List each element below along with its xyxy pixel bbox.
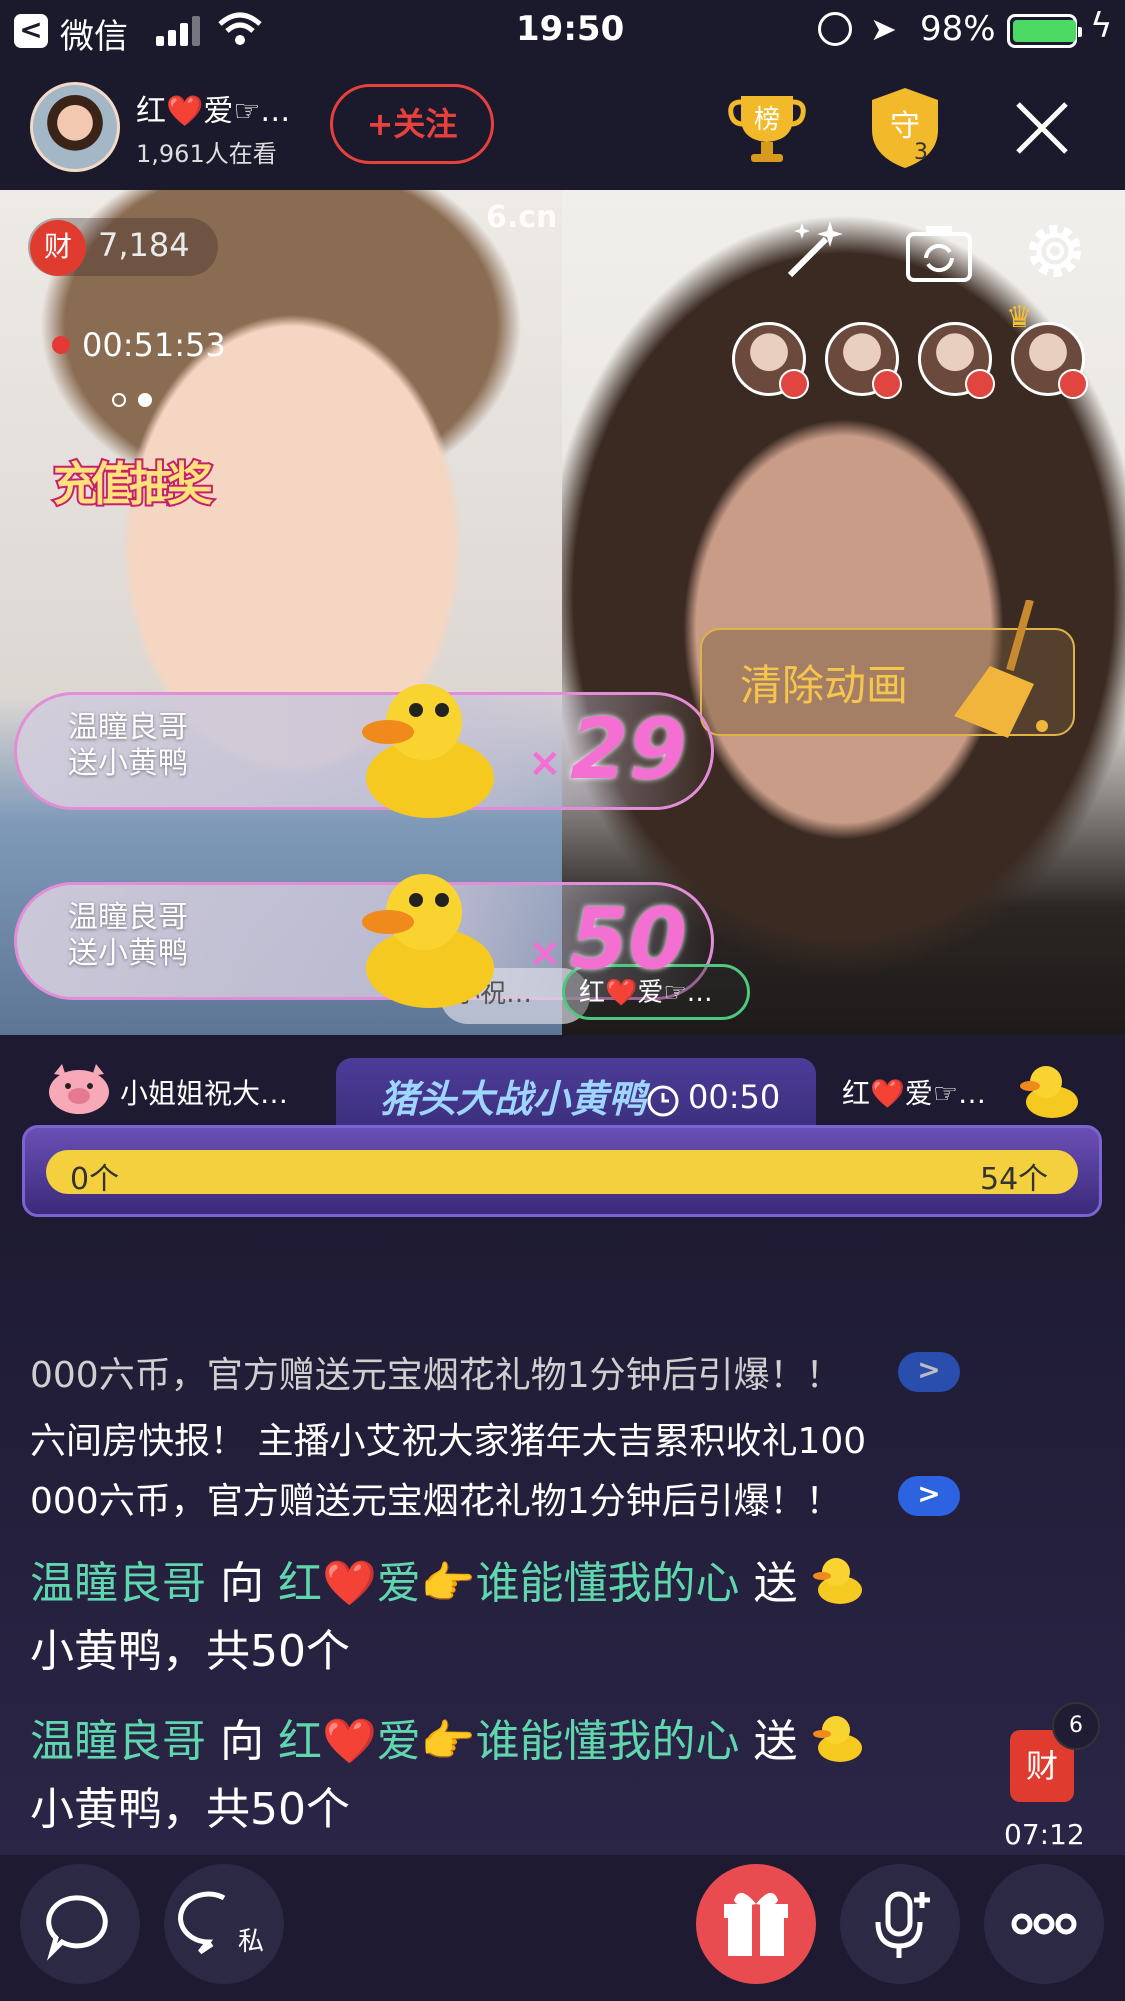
gift-action: 送小黄鸭 [68,746,188,781]
rubber-duck-icon [362,684,494,818]
gift-banner-text: 温瞳良哥 送小黄鸭 [68,900,188,972]
guest-avatar[interactable] [918,322,995,399]
gift-sender: 温瞳良哥 [68,900,188,935]
sender-name[interactable]: 温瞳良哥 [30,1558,206,1609]
gift-sender: 温瞳良哥 [68,710,188,745]
guest-avatar[interactable] [825,322,902,399]
platform-watermark: 6.cn [486,200,558,235]
private-label: 私 [238,1927,264,1957]
pig-head-icon [49,1064,109,1114]
red-packet-countdown: 07:12 [1004,1818,1085,1851]
combo-multiplier: × [528,740,562,786]
notice-line: 000六币，官方赠送元宝烟花礼物1分钟后引爆！！ [30,1481,842,1522]
rubber-duck-icon [812,1716,862,1762]
flip-camera-icon[interactable] [904,218,974,288]
receiver-name[interactable]: 红❤️爱👉谁能懂我的心 [278,1716,740,1767]
combo-count: 50 [570,890,687,988]
rank-label: 榜 [754,105,780,135]
recording-dot-icon [52,336,70,354]
receiver-name[interactable]: 红❤️爱👉谁能懂我的心 [278,1558,740,1609]
clear-animation-label: 清除动画 [740,661,909,710]
seat-badge-icon [872,369,902,399]
back-to-app-icon[interactable]: < [14,14,48,48]
battle-countdown: 00:50 [688,1078,781,1116]
more-button[interactable] [984,1864,1104,1984]
notice-go-button[interactable]: > [898,1476,960,1516]
wealth-badge: 财 [30,220,86,276]
gift-message: 温瞳良哥 向 红❤️爱👉谁能懂我的心 送 小黄鸭，共50个 [30,1708,930,1844]
sender-name[interactable]: 温瞳良哥 [30,1716,206,1767]
rubber-duck-icon [362,874,494,1008]
trophy-rank-icon[interactable]: 榜 [727,88,807,168]
magic-wand-icon[interactable] [780,215,850,285]
battle-left-count: 0个 [70,1162,120,1197]
host-avatar[interactable] [30,82,120,172]
battery-icon [1007,14,1082,48]
signal-icon [156,16,202,46]
gift-box-icon [724,1892,788,1956]
seat-badge-icon [779,369,809,399]
to-word: 向 [206,1558,278,1609]
microphone-plus-icon [875,1891,930,1958]
gift-button[interactable] [696,1864,816,1984]
battle-progress-fill [46,1150,1078,1194]
private-chat-button[interactable]: 私 [164,1864,284,1984]
live-timer: 00:51:53 [82,326,226,364]
system-notice: 000六币，官方赠送元宝烟花礼物1分钟后引爆！！ [30,1355,842,1396]
promo-text: 充值抽奖 [53,457,213,511]
seat-badge-icon [965,369,995,399]
gift-banner-text: 温瞳良哥 送小黄鸭 [68,710,188,782]
recharge-lottery-promo[interactable]: 充值抽奖 [48,430,218,560]
wifi-icon [218,12,262,45]
private-chat-icon: 私 [178,1891,264,1957]
clock: 19:50 [516,9,625,49]
speech-bubble-icon [46,1895,108,1961]
mic-request-button[interactable] [840,1864,960,1984]
guard-label: 守 [890,109,920,144]
location-icon: ➤ [870,10,897,48]
notice-line: 六间房快报！ 主播小艾祝大家猪年大吉累积收礼100 [30,1421,867,1462]
settings-gear-icon[interactable] [1020,216,1090,286]
orientation-lock-icon [818,12,852,46]
page-indicator [112,392,164,411]
battle-right-count: 54个 [980,1162,1049,1197]
more-dots-icon [1011,1913,1077,1935]
red-packet-count: 6 [1052,1702,1100,1750]
combo-multiplier: × [528,930,562,976]
send-word: 送 [739,1716,812,1767]
guard-count: 3 [914,140,928,165]
chat-button[interactable] [20,1864,140,1984]
combo-count: 29 [570,700,687,798]
battle-left-name: 小姐姐祝大… [120,1077,289,1110]
seat-badge-icon [1058,369,1088,399]
battle-title: 猪头大战小黄鸭 [380,1077,647,1121]
rubber-duck-icon [1020,1066,1078,1118]
battery-percent: 98% [920,9,996,49]
charging-icon: ϟ [1090,6,1113,46]
status-bar: < 微信 19:50 ➤ 98% ϟ [0,0,1125,62]
host-name[interactable]: 红❤️爱☞… [136,86,290,130]
battle-right-name: 红❤️爱☞… [842,1077,986,1110]
gift-detail: 小黄鸭，共50个 [30,1626,350,1677]
to-word: 向 [206,1716,278,1767]
guest-avatar[interactable] [732,322,809,399]
close-icon[interactable] [1012,98,1072,158]
wealth-value: 7,184 [98,226,190,264]
viewer-count: 1,961人在看 [136,140,277,168]
back-app-label[interactable]: 微信 [60,9,128,58]
guard-shield-icon[interactable]: 守 [868,86,942,170]
gift-message: 温瞳良哥 向 红❤️爱👉谁能懂我的心 送 小黄鸭，共50个 [30,1550,930,1686]
clock-icon [647,1085,679,1117]
system-notice: 六间房快报！ 主播小艾祝大家猪年大吉累积收礼100 000六币，官方赠送元宝烟花… [30,1412,970,1532]
battery-fill [1013,20,1076,42]
gift-action: 送小黄鸭 [68,936,188,971]
follow-button[interactable]: +关注 [330,84,494,164]
rubber-duck-icon [812,1558,862,1604]
send-word: 送 [739,1558,812,1609]
notice-go-button[interactable]: > [898,1352,960,1392]
broom-icon [954,600,1048,738]
gift-detail: 小黄鸭，共50个 [30,1784,350,1835]
crown-icon: ♛ [1006,300,1033,335]
